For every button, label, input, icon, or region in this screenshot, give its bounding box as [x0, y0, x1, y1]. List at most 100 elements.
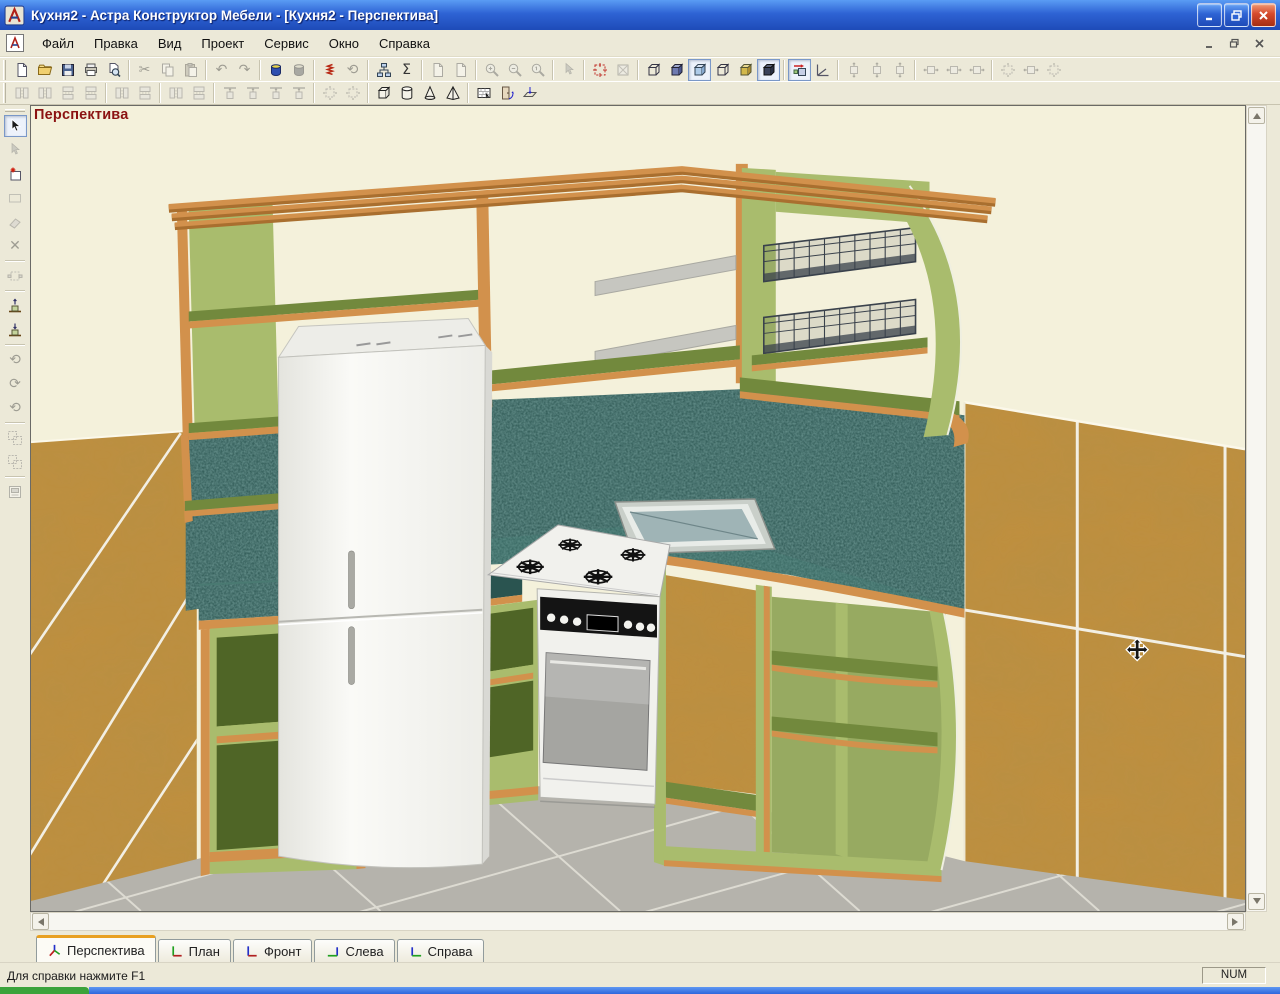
toolbar-separator [5, 290, 25, 292]
menu-item-5[interactable]: Окно [319, 32, 369, 55]
scroll-left-button[interactable] [32, 913, 49, 930]
horizontal-scrollbar[interactable] [30, 912, 1246, 931]
bind-left-button [919, 59, 942, 81]
lower-object-button[interactable] [4, 319, 27, 341]
view-tab-plan[interactable]: План [157, 939, 231, 962]
toolbar-grip[interactable] [3, 83, 6, 103]
cut-sheet-preview-button [449, 59, 472, 81]
center-model-button[interactable] [588, 59, 611, 81]
select-tool-button[interactable] [3, 115, 27, 137]
attach-left-button [264, 82, 287, 104]
snap-position-button [1019, 59, 1042, 81]
primitive-pyramid-button[interactable] [441, 82, 464, 104]
project-structure-button[interactable] [372, 59, 395, 81]
floor-tool-button[interactable] [518, 82, 541, 104]
menu-item-0[interactable]: Файл [32, 32, 84, 55]
create-object-tool-button[interactable] [4, 163, 27, 185]
primitive-box-button[interactable] [372, 82, 395, 104]
vertical-scrollbar[interactable] [1246, 105, 1267, 912]
center-horizontal-button [110, 82, 133, 104]
cut-sheet-button [426, 59, 449, 81]
taskbar-sliver [0, 987, 1280, 994]
open-project-button[interactable] [33, 59, 56, 81]
center-in-frame-button [341, 82, 364, 104]
view-tab-front[interactable]: Фронт [232, 939, 313, 962]
view-hidden-line-button[interactable] [711, 59, 734, 81]
door-tool-button[interactable] [495, 82, 518, 104]
toolbar-separator [259, 59, 261, 80]
view-tab-right[interactable]: Справа [396, 939, 484, 962]
bind-right-button [942, 59, 965, 81]
plan-axis-icon [172, 945, 182, 957]
toolbar-separator [783, 59, 785, 80]
taskbar-strip[interactable] [89, 987, 1280, 994]
save-project-button[interactable] [56, 59, 79, 81]
toolbar-grip[interactable] [5, 109, 25, 112]
free-position-button [996, 59, 1019, 81]
toolbar-separator [583, 59, 585, 80]
front-axis-icon [247, 945, 257, 957]
menu-item-4[interactable]: Сервис [254, 32, 319, 55]
print-preview-button[interactable] [102, 59, 125, 81]
rectangle-tool-button [4, 187, 27, 209]
viewport-3d[interactable]: Перспектива [30, 105, 1246, 912]
orbit-view-button [557, 59, 580, 81]
view-wireframe-button[interactable] [642, 59, 665, 81]
pick-material-tool-button [4, 139, 27, 161]
raise-object-button[interactable] [4, 295, 27, 317]
group-objects-button [4, 427, 27, 449]
menu-item-2[interactable]: Вид [148, 32, 192, 55]
align-top-button [56, 82, 79, 104]
primitive-cylinder-button[interactable] [395, 82, 418, 104]
view-solid-button[interactable] [665, 59, 688, 81]
coordinate-axes-button[interactable] [811, 59, 834, 81]
rotate-z-button: ⟲ [4, 397, 27, 419]
view-rendered-button[interactable] [757, 58, 780, 81]
view-shaded-button[interactable] [688, 58, 711, 81]
print-button[interactable] [79, 59, 102, 81]
zoom-actual-button [526, 59, 549, 81]
toolbar-separator [914, 59, 916, 80]
cut-button: ✂ [133, 59, 156, 81]
new-document-button[interactable] [10, 59, 33, 81]
start-button-sliver[interactable] [0, 987, 89, 994]
zoom-out-button [503, 59, 526, 81]
close-button[interactable] [1251, 3, 1276, 27]
toolbar-separator [837, 59, 839, 80]
menu-item-6[interactable]: Справка [369, 32, 440, 55]
texture-direction-button[interactable] [788, 58, 811, 81]
menu-item-1[interactable]: Правка [84, 32, 148, 55]
tool-palette: ✕ ⟲ ⟳ ⟲ [0, 105, 30, 931]
zoom-in-button [480, 59, 503, 81]
view-textured-button[interactable] [734, 59, 757, 81]
view-tab-label: Справа [427, 943, 473, 959]
toolbar-grip[interactable] [3, 59, 6, 80]
edge-banding-button[interactable] [318, 59, 341, 81]
restore-button[interactable] [1224, 3, 1249, 27]
mdi-close-button[interactable] [1249, 35, 1270, 52]
mdi-restore-button[interactable] [1224, 35, 1245, 52]
minimize-button[interactable] [1197, 3, 1222, 27]
primitive-cone-button[interactable] [418, 82, 441, 104]
wall-tool-button[interactable] [472, 82, 495, 104]
toolbar-separator [313, 83, 315, 103]
redo-button: ↷ [233, 59, 256, 81]
rotate-x-button: ⟲ [4, 349, 27, 371]
ungroup-objects-button [4, 451, 27, 473]
scroll-up-button[interactable] [1248, 107, 1265, 124]
scroll-down-button[interactable] [1248, 893, 1265, 910]
app-icon [4, 5, 25, 25]
menu-item-3[interactable]: Проект [191, 32, 254, 55]
object-properties-button [4, 481, 27, 503]
title-bar[interactable]: Кухня2 - Астра Конструктор Мебели - [Кух… [0, 0, 1280, 30]
toolbar-separator [367, 83, 369, 103]
mdi-minimize-button[interactable] [1199, 35, 1220, 52]
apply-material-button[interactable] [264, 59, 287, 81]
space-vertical-button [187, 82, 210, 104]
view-tab-label: Фронт [263, 943, 302, 959]
application-window: Кухня2 - Астра Конструктор Мебели - [Кух… [0, 0, 1280, 994]
view-tab-left[interactable]: Слева [314, 939, 395, 962]
scroll-right-button[interactable] [1227, 913, 1244, 930]
totals-report-button[interactable]: Σ [395, 59, 418, 81]
view-tab-perspective[interactable]: Перспектива [36, 935, 156, 962]
